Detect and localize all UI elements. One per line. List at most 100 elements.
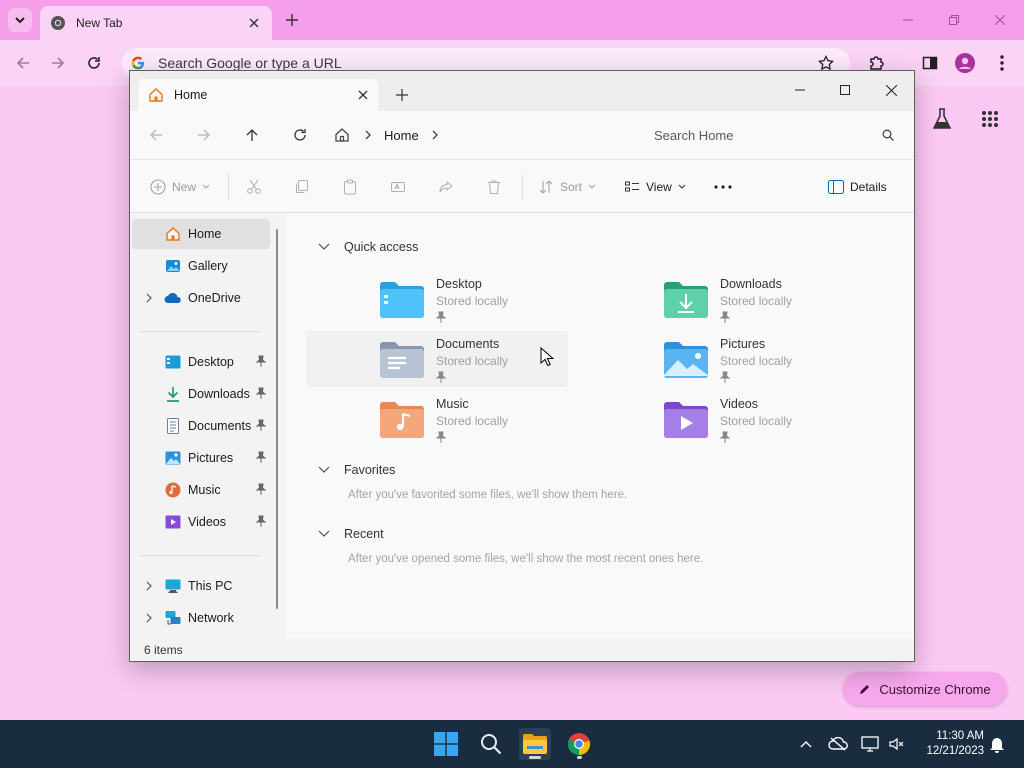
cut-button[interactable]	[246, 174, 262, 200]
explorer-tab-title: Home	[174, 88, 208, 102]
view-list-icon	[625, 181, 639, 192]
delete-button[interactable]	[486, 174, 502, 200]
chrome-reload-button[interactable]	[83, 52, 105, 74]
close-tab-icon[interactable]	[246, 15, 262, 31]
sidebar-item-downloads[interactable]: Downloads	[132, 379, 270, 409]
file-explorer-window: Home Home Search Home New Sort View Deta…	[129, 70, 915, 662]
item-count: 6 items	[144, 643, 183, 657]
chrome-menu-button[interactable]	[991, 52, 1013, 74]
more-options-button[interactable]	[714, 174, 732, 200]
explorer-address-bar[interactable]: Home	[334, 119, 630, 151]
recent-empty-message: After you've opened some files, we'll sh…	[348, 553, 704, 565]
quick-access-item-documents[interactable]: Documents Stored locally	[306, 331, 568, 387]
favorites-header[interactable]: Favorites	[318, 460, 395, 480]
command-separator	[522, 174, 523, 200]
home-icon	[149, 88, 163, 102]
quick-access-item-pictures[interactable]: Pictures Stored locally	[590, 331, 852, 387]
chrome-minimize-button[interactable]	[898, 10, 918, 30]
sidebar-item-gallery[interactable]: Gallery	[132, 251, 270, 281]
tab-search-button[interactable]	[8, 8, 32, 32]
notifications-button[interactable]	[987, 734, 1007, 754]
pin-icon	[256, 387, 266, 399]
onedrive-tray-icon[interactable]	[828, 734, 848, 754]
trash-icon	[488, 180, 500, 194]
sidebar-item-documents[interactable]: Documents	[132, 411, 270, 441]
show-hidden-icons-button[interactable]	[796, 734, 816, 754]
rename-button[interactable]	[390, 174, 406, 200]
sidebar-item-home[interactable]: Home	[132, 219, 270, 249]
pin-icon	[256, 483, 266, 495]
new-button[interactable]: New	[150, 174, 210, 200]
picture-icon	[165, 451, 181, 465]
quick-access-item-desktop[interactable]: Desktop Stored locally	[306, 271, 568, 327]
chrome-tab-new-tab[interactable]: New Tab	[40, 6, 272, 40]
quick-access-item-downloads[interactable]: Downloads Stored locally	[590, 271, 852, 327]
explorer-close-button[interactable]	[876, 77, 906, 103]
google-apps-button[interactable]	[977, 106, 1003, 132]
chrome-forward-button[interactable]	[47, 52, 69, 74]
chrome-back-button[interactable]	[12, 52, 34, 74]
explorer-back-button[interactable]	[144, 123, 168, 147]
explorer-search-box[interactable]	[640, 119, 904, 151]
sidebar-item-music[interactable]: Music	[132, 475, 270, 505]
rename-icon	[391, 182, 405, 192]
favorites-title: Favorites	[344, 463, 396, 477]
chevron-right-icon	[365, 130, 371, 140]
explorer-forward-button[interactable]	[192, 123, 216, 147]
labs-button[interactable]	[929, 106, 955, 132]
start-button[interactable]	[430, 728, 462, 760]
explorer-tab-home[interactable]: Home	[138, 79, 378, 111]
explorer-body: Home Gallery OneDrive Desktop Downloads …	[130, 213, 914, 639]
omnibox-input[interactable]	[158, 55, 798, 71]
customize-chrome-button[interactable]: Customize Chrome	[843, 672, 1007, 706]
pin-icon	[719, 311, 731, 323]
sidebar-item-videos[interactable]: Videos	[132, 507, 270, 537]
quick-access-item-videos[interactable]: Videos Stored locally	[590, 391, 852, 447]
share-button[interactable]	[438, 174, 454, 200]
explorer-search-input[interactable]	[654, 127, 882, 143]
recent-header[interactable]: Recent	[318, 524, 384, 544]
pin-icon	[435, 371, 447, 383]
monitor-icon	[861, 736, 879, 752]
quick-access-header[interactable]: Quick access	[318, 237, 418, 257]
quick-access-item-music[interactable]: Music Stored locally	[306, 391, 568, 447]
paste-button[interactable]	[342, 174, 358, 200]
profile-avatar[interactable]	[954, 52, 976, 74]
arrow-right-icon	[52, 57, 65, 69]
close-tab-icon[interactable]	[358, 90, 368, 100]
side-panel-button[interactable]	[919, 52, 941, 74]
pin-icon	[719, 431, 731, 443]
explorer-refresh-button[interactable]	[288, 123, 312, 147]
network-tray-icon[interactable]	[860, 734, 880, 754]
music-folder-icon	[380, 402, 424, 438]
taskbar-file-explorer[interactable]	[519, 728, 551, 760]
sidebar-item-desktop[interactable]: Desktop	[132, 347, 270, 377]
taskbar-search-button[interactable]	[475, 728, 507, 760]
sidebar-item-network[interactable]: Network	[132, 603, 270, 633]
explorer-new-tab-button[interactable]	[392, 85, 412, 105]
explorer-maximize-button[interactable]	[830, 77, 860, 103]
chrome-restore-button[interactable]	[944, 10, 964, 30]
chrome-tab-title: New Tab	[76, 16, 123, 30]
sidebar-item-pictures[interactable]: Pictures	[132, 443, 270, 473]
volume-tray-icon[interactable]	[886, 734, 906, 754]
arrow-left-icon	[150, 129, 162, 141]
navigation-pane-scrollbar[interactable]	[276, 229, 278, 609]
more-vertical-icon	[1000, 55, 1004, 71]
view-button[interactable]: View	[624, 174, 686, 200]
new-tab-button[interactable]	[282, 10, 302, 30]
sidebar-item-this-pc[interactable]: This PC	[132, 571, 270, 601]
copy-button[interactable]	[294, 174, 310, 200]
sidebar-item-onedrive[interactable]: OneDrive	[132, 283, 270, 313]
bell-icon	[990, 738, 1004, 753]
taskbar-chrome[interactable]	[563, 728, 595, 760]
explorer-minimize-button[interactable]	[785, 77, 815, 103]
documents-folder-icon	[380, 342, 424, 378]
taskbar-clock[interactable]: 11:30 AM 12/21/2023	[912, 729, 984, 759]
navigation-pane: Home Gallery OneDrive Desktop Downloads …	[130, 213, 286, 639]
breadcrumb-home[interactable]: Home	[384, 128, 419, 143]
sort-button[interactable]: Sort	[538, 174, 596, 200]
chrome-close-button[interactable]	[990, 10, 1010, 30]
explorer-up-button[interactable]	[240, 123, 264, 147]
details-button[interactable]: Details	[828, 174, 887, 200]
